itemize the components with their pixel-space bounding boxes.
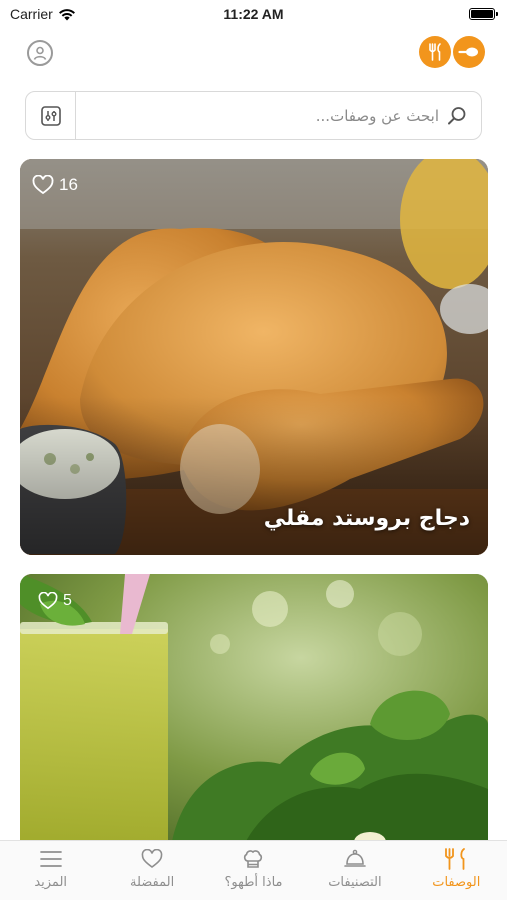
heart-icon bbox=[141, 849, 163, 868]
search-icon bbox=[448, 106, 466, 124]
tab-recipes[interactable]: الوصفات bbox=[406, 841, 507, 900]
cloche-icon bbox=[344, 849, 366, 867]
filter-button[interactable] bbox=[26, 92, 76, 139]
likes-count: 16 bbox=[59, 175, 78, 194]
app-logo bbox=[419, 36, 485, 68]
fried-chicken-photo bbox=[20, 159, 488, 555]
likes-count: 5 bbox=[63, 592, 72, 609]
tab-what-to-cook[interactable]: ماذا أطهو؟ bbox=[203, 841, 304, 900]
status-bar: Carrier 11:22 AM bbox=[0, 0, 507, 30]
battery-icon bbox=[469, 8, 498, 20]
tab-label: الوصفات bbox=[432, 875, 481, 890]
heart-icon bbox=[32, 175, 54, 195]
tab-bar: الوصفات التصنيفات ماذا أطهو؟ المفضلة الم… bbox=[0, 840, 507, 900]
menu-icon bbox=[39, 851, 62, 867]
fork-knife-logo bbox=[419, 36, 451, 68]
tab-label: التصنيفات bbox=[328, 875, 382, 890]
tab-categories[interactable]: التصنيفات bbox=[304, 841, 405, 900]
recipe-card[interactable]: 16 دجاج بروستد مقلي bbox=[20, 159, 488, 555]
tab-label: ماذا أطهو؟ bbox=[224, 875, 283, 890]
heart-icon bbox=[38, 592, 58, 610]
tab-more[interactable]: المزيد bbox=[0, 841, 101, 900]
user-circle-icon[interactable] bbox=[27, 40, 53, 66]
recipe-title: دجاج بروستد مقلي bbox=[263, 506, 470, 531]
green-smoothie-photo bbox=[20, 574, 488, 854]
clock: 11:22 AM bbox=[223, 6, 284, 22]
likes-counter[interactable]: 16 bbox=[32, 175, 78, 195]
search-bar bbox=[25, 91, 482, 140]
app-header bbox=[0, 36, 507, 70]
sliders-icon bbox=[40, 105, 61, 126]
recipe-card[interactable]: 5 bbox=[20, 574, 488, 854]
chef-hat-icon bbox=[244, 850, 263, 868]
search-input[interactable] bbox=[139, 106, 439, 125]
tab-label: المزيد bbox=[34, 875, 68, 890]
search-field bbox=[76, 92, 481, 139]
tab-label: المفضلة bbox=[129, 875, 175, 890]
spoon-logo bbox=[453, 36, 485, 68]
fork-knife-icon bbox=[445, 848, 466, 870]
tab-favorites[interactable]: المفضلة bbox=[101, 841, 202, 900]
likes-counter[interactable]: 5 bbox=[38, 592, 72, 610]
